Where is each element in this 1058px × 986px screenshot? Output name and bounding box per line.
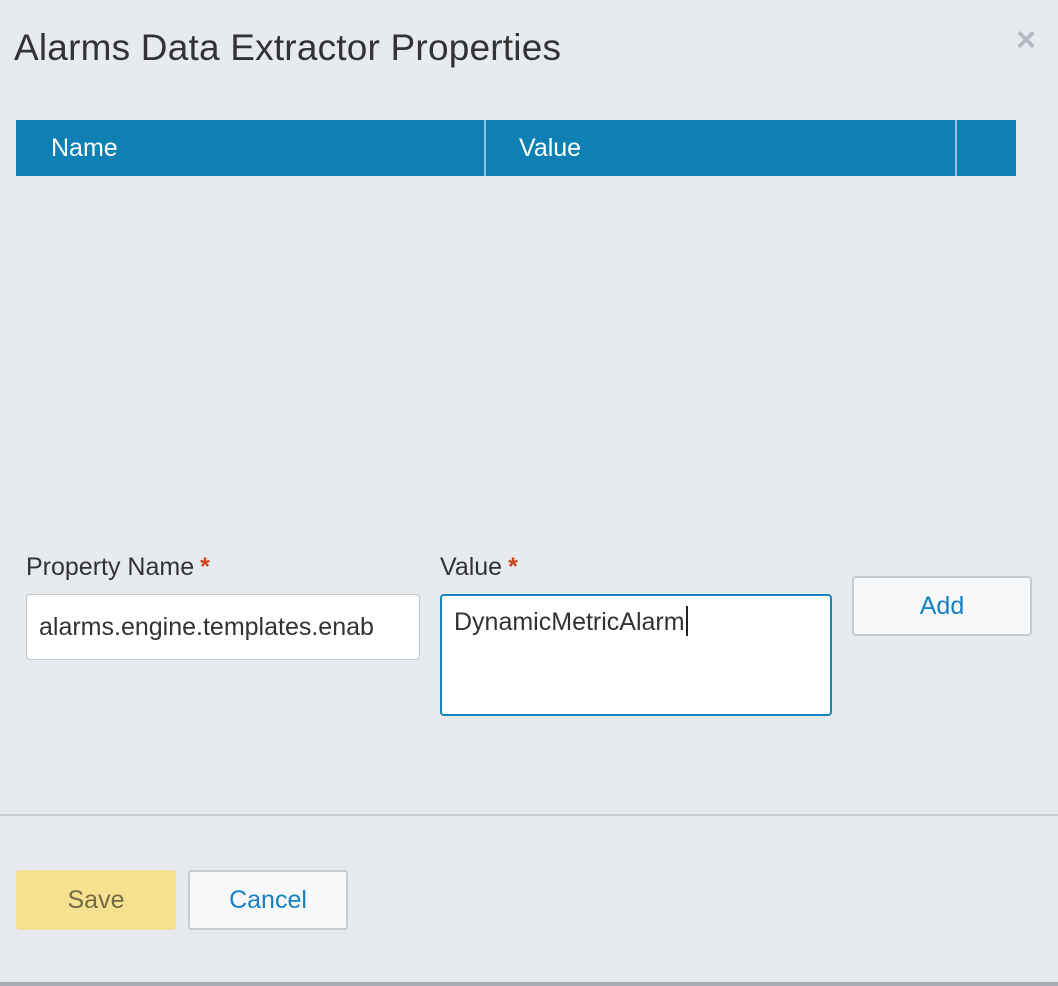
add-button[interactable]: Add [852,576,1032,636]
column-header-name[interactable]: Name [16,120,486,176]
required-marker: * [200,553,210,581]
footer-divider [0,814,1058,816]
value-textarea[interactable]: DynamicMetricAlarm [440,594,832,716]
close-icon[interactable]: × [1010,23,1042,57]
property-name-input[interactable]: alarms.engine.templates.enab [26,594,420,660]
bottom-edge [0,982,1058,986]
property-name-label: Property Name * [26,552,210,582]
required-marker: * [508,553,518,581]
text-caret [685,606,688,636]
column-header-actions [957,120,1016,176]
properties-grid-header: Name Value [16,120,1016,176]
column-header-value[interactable]: Value [486,120,957,176]
properties-grid-body [16,176,1016,506]
cancel-button[interactable]: Cancel [188,870,348,930]
value-label: Value * [440,552,518,582]
value-label-text: Value [440,553,503,581]
properties-dialog: Alarms Data Extractor Properties × Name … [0,0,1058,986]
value-text: DynamicMetricAlarm [454,608,685,636]
property-name-label-text: Property Name [26,553,195,581]
save-button[interactable]: Save [16,870,176,930]
dialog-title: Alarms Data Extractor Properties [14,27,562,68]
